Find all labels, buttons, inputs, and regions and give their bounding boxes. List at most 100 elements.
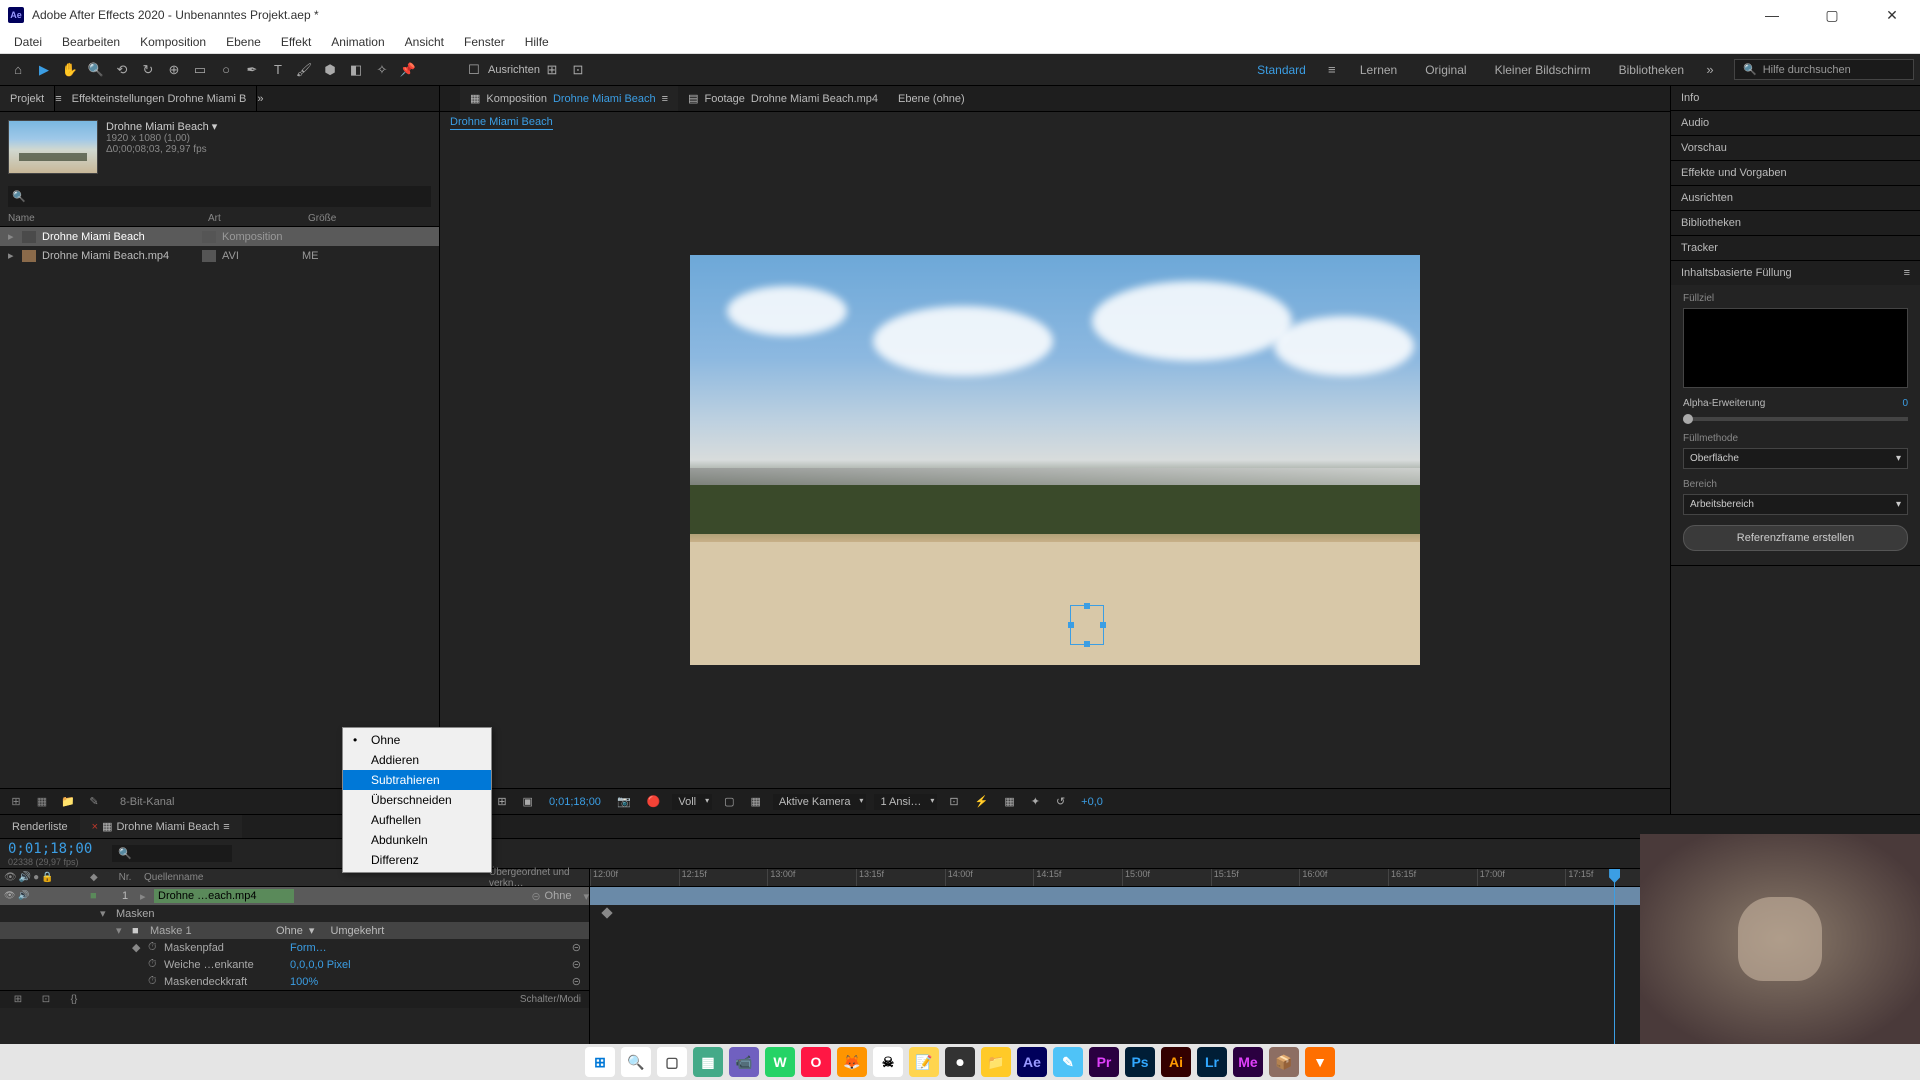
project-search-input[interactable]: 🔍 — [8, 186, 431, 207]
lock-header-icon[interactable]: 🔒 — [41, 872, 53, 883]
exposure-value[interactable]: +0,0 — [1077, 796, 1107, 808]
switches-label[interactable]: Schalter/Modi — [520, 994, 581, 1005]
create-reference-button[interactable]: Referenzframe erstellen — [1683, 525, 1908, 551]
alpha-slider[interactable] — [1683, 417, 1908, 421]
timeline-comp-tab[interactable]: × ▦ Drohne Miami Beach ≡ — [80, 815, 242, 838]
current-timecode[interactable]: 0;01;18;00 — [8, 841, 92, 857]
ellipse-tool[interactable]: ○ — [214, 58, 238, 82]
taskbar-icon-4[interactable]: 📹 — [729, 1047, 759, 1077]
mask-prop-1[interactable]: ⏱ Weiche …enkante 0,0,0,0 Pixel ⊝ — [0, 956, 589, 973]
taskbar-icon-19[interactable]: 📦 — [1269, 1047, 1299, 1077]
time-tick[interactable]: 14:15f — [1033, 869, 1122, 886]
taskbar-icon-12[interactable]: Ae — [1017, 1047, 1047, 1077]
layer-name[interactable]: Drohne …each.mp4 — [154, 889, 294, 903]
menu-ebene[interactable]: Ebene — [216, 35, 271, 49]
video-preview[interactable] — [690, 255, 1420, 665]
layer-tab[interactable]: Ebene (ohne) — [888, 86, 975, 111]
minimize-button[interactable]: — — [1752, 7, 1792, 24]
range-select[interactable]: Arbeitsbereich — [1683, 494, 1908, 515]
tab-overflow-icon[interactable]: » — [257, 93, 263, 105]
menu-fenster[interactable]: Fenster — [454, 35, 515, 49]
label-header-icon[interactable]: ◆ — [90, 872, 98, 883]
resolution-dropdown[interactable]: Voll — [672, 794, 712, 810]
puppet-tool[interactable]: 📌 — [396, 58, 420, 82]
tl-render-icon[interactable]: ⊡ — [36, 990, 56, 1010]
taskbar-icon-5[interactable]: W — [765, 1047, 795, 1077]
transparency-icon[interactable]: ▦ — [747, 795, 765, 808]
caf-header[interactable]: Inhaltsbasierte Füllung≡ — [1671, 261, 1920, 285]
zoom-tool[interactable]: 🔍 — [84, 58, 108, 82]
taskbar-icon-10[interactable]: ⏺ — [945, 1047, 975, 1077]
taskbar-icon-18[interactable]: Me — [1233, 1047, 1263, 1077]
roto-tool[interactable]: ✧ — [370, 58, 394, 82]
dropdown-option-subtrahieren[interactable]: Subtrahieren — [343, 770, 491, 790]
dropdown-option-überschneiden[interactable]: Überschneiden — [343, 790, 491, 810]
workspace-lernen[interactable]: Lernen — [1346, 63, 1411, 77]
interpret-icon[interactable]: ⊞ — [6, 792, 26, 812]
comp-thumbnail[interactable] — [8, 120, 98, 174]
dropdown-option-differenz[interactable]: Differenz — [343, 850, 491, 870]
rotate-tool[interactable]: ↻ — [136, 58, 160, 82]
help-search[interactable]: 🔍 Hilfe durchsuchen — [1734, 59, 1914, 80]
taskbar-icon-6[interactable]: O — [801, 1047, 831, 1077]
taskbar-icon-8[interactable]: ☠ — [873, 1047, 903, 1077]
current-time[interactable]: 0;01;18;00 — [545, 796, 605, 808]
project-tab[interactable]: Projekt — [0, 86, 55, 111]
audio-icon[interactable]: 🔊 — [18, 890, 30, 902]
snap-option2-icon[interactable]: ⊡ — [566, 58, 590, 82]
close-button[interactable]: ✕ — [1872, 7, 1912, 24]
taskbar-icon-1[interactable]: 🔍 — [621, 1047, 651, 1077]
playhead[interactable] — [1614, 869, 1615, 1044]
panel-effekte-und-vorgaben[interactable]: Effekte und Vorgaben — [1671, 161, 1920, 185]
panel-bibliotheken[interactable]: Bibliotheken — [1671, 211, 1920, 235]
new-comp-icon[interactable]: ▦ — [32, 792, 52, 812]
bit-depth[interactable]: 8-Bit-Kanal — [120, 796, 174, 808]
time-tick[interactable]: 12:15f — [679, 869, 768, 886]
panel-info[interactable]: Info — [1671, 86, 1920, 110]
snap-option-icon[interactable]: ⊞ — [540, 58, 564, 82]
alpha-value[interactable]: 0 — [1902, 398, 1908, 409]
orbit-tool[interactable]: ⟲ — [110, 58, 134, 82]
menu-hilfe[interactable]: Hilfe — [515, 35, 559, 49]
maximize-button[interactable]: ▢ — [1812, 7, 1852, 24]
masks-group[interactable]: ▾ Masken — [0, 905, 589, 922]
panel-ausrichten[interactable]: Ausrichten — [1671, 186, 1920, 210]
taskbar-icon-11[interactable]: 📁 — [981, 1047, 1011, 1077]
selection-tool[interactable]: ▶ — [32, 58, 56, 82]
workspace-original[interactable]: Original — [1411, 63, 1480, 77]
camera-dropdown[interactable]: Aktive Kamera — [773, 794, 867, 810]
eraser-tool[interactable]: ◧ — [344, 58, 368, 82]
time-tick[interactable]: 13:15f — [856, 869, 945, 886]
dropdown-option-aufhellen[interactable]: Aufhellen — [343, 810, 491, 830]
mask-1[interactable]: ▾ ■ Maske 1 Ohne ▾ Umgekehrt — [0, 922, 589, 939]
flowchart-icon[interactable]: ✦ — [1027, 795, 1044, 808]
dropdown-option-abdunkeln[interactable]: Abdunkeln — [343, 830, 491, 850]
grid-icon[interactable]: ⊞ — [493, 795, 510, 808]
taskbar-icon-2[interactable]: ▢ — [657, 1047, 687, 1077]
hand-tool[interactable]: ✋ — [58, 58, 82, 82]
timeline-search[interactable]: 🔍 — [112, 845, 232, 862]
menu-komposition[interactable]: Komposition — [130, 35, 216, 49]
roi-icon[interactable]: ▢ — [720, 795, 738, 808]
menu-datei[interactable]: Datei — [4, 35, 52, 49]
time-tick[interactable]: 17:00f — [1477, 869, 1566, 886]
taskbar-icon-7[interactable]: 🦊 — [837, 1047, 867, 1077]
workspace-overflow-icon[interactable]: » — [1698, 58, 1722, 82]
solo-header-icon[interactable]: ● — [33, 872, 39, 883]
project-item-0[interactable]: ▸ Drohne Miami Beach Komposition — [0, 227, 439, 246]
dropdown-option-ohne[interactable]: Ohne — [343, 730, 491, 750]
taskbar-icon-17[interactable]: Lr — [1197, 1047, 1227, 1077]
tl-toggle-icon[interactable]: ⊞ — [8, 990, 28, 1010]
fast-preview-icon[interactable]: ⚡ — [971, 795, 993, 808]
time-tick[interactable]: 16:00f — [1299, 869, 1388, 886]
tl-brace-icon[interactable]: {} — [64, 990, 84, 1010]
views-dropdown[interactable]: 1 Ansi… — [874, 794, 937, 810]
workspace-bibliotheken[interactable]: Bibliotheken — [1605, 63, 1698, 77]
taskbar-icon-15[interactable]: Ps — [1125, 1047, 1155, 1077]
taskbar-icon-14[interactable]: Pr — [1089, 1047, 1119, 1077]
brush-tool[interactable]: 🖌 — [292, 58, 316, 82]
effect-controls-tab[interactable]: Effekteinstellungen Drohne Miami B — [62, 86, 258, 111]
menu-animation[interactable]: Animation — [321, 35, 394, 49]
time-tick[interactable]: 12:00f — [590, 869, 679, 886]
menu-ansicht[interactable]: Ansicht — [395, 35, 454, 49]
